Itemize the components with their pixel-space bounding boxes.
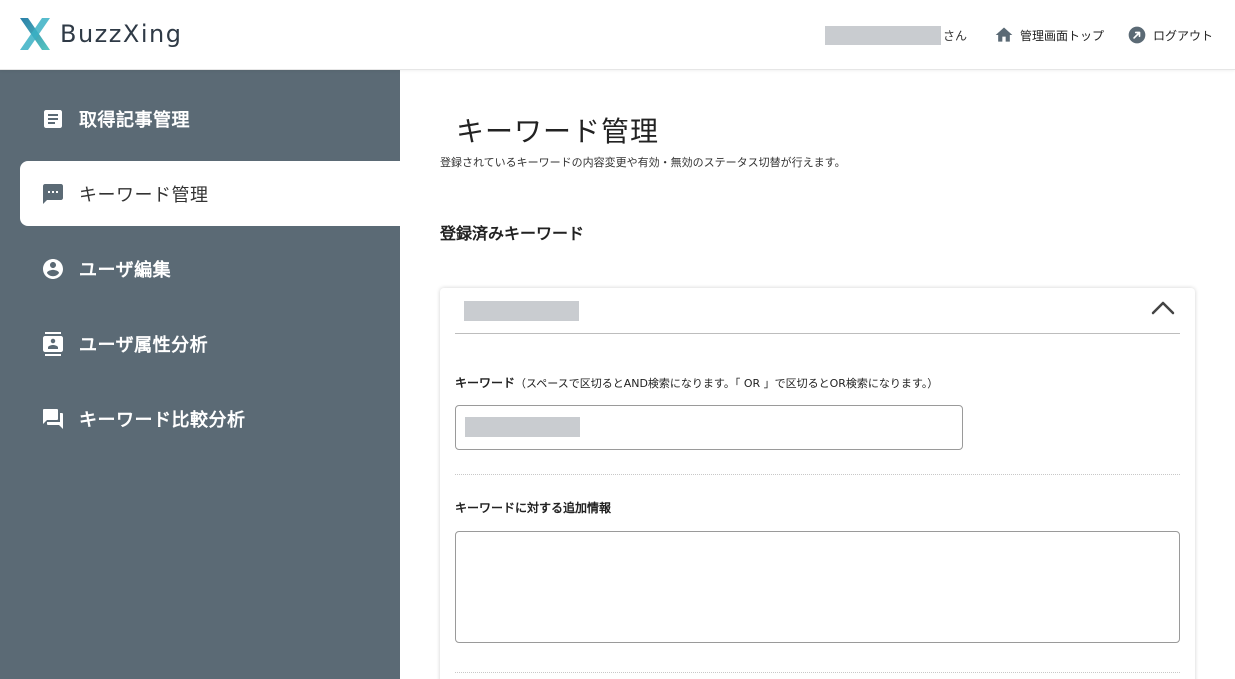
user-name-redacted: [824, 25, 941, 45]
main-content: キーワード管理 登録されているキーワードの内容変更や有効・無効のステータス切替が…: [400, 70, 1235, 679]
sidebar-item-user-attribute-analysis[interactable]: ユーザ属性分析: [20, 311, 400, 376]
top-header: BuzzXing さん 管理画面トップ ログアウト: [0, 0, 1235, 70]
sidebar: 取得記事管理 キーワード管理 ユーザ編集 ユーザ属性分析 キーワード比較分析: [0, 70, 400, 679]
keyword-field-label: キーワード（スペースで区切るとAND検索になります。「 OR 」で区切るとOR検…: [455, 374, 938, 391]
keyword-label-text: キーワード: [455, 376, 516, 390]
user-name-suffix: さん: [942, 28, 967, 43]
header-actions: さん 管理画面トップ ログアウト: [824, 22, 1213, 48]
brand-logo[interactable]: BuzzXing: [18, 16, 182, 52]
admin-top-label: 管理画面トップ: [1019, 28, 1104, 43]
page-title: キーワード管理: [456, 115, 660, 148]
sidebar-item-user-edit[interactable]: ユーザ編集: [20, 236, 400, 301]
extra-info-label-text: キーワードに対する追加情報: [455, 501, 612, 515]
chat-bubble-icon: [40, 181, 66, 207]
brand-name: BuzzXing: [60, 20, 183, 48]
sidebar-item-label: 取得記事管理: [79, 109, 190, 131]
logo-x-mark-icon: [20, 18, 50, 50]
field-divider: [455, 474, 1180, 475]
section-title: 登録済みキーワード: [440, 224, 585, 243]
article-icon: [40, 106, 66, 132]
logout-label: ログアウト: [1152, 28, 1213, 43]
extra-info-field-label: キーワードに対する追加情報: [455, 499, 611, 516]
sidebar-item-label: ユーザ属性分析: [79, 334, 209, 356]
field-divider: [455, 672, 1180, 673]
sidebar-item-label: キーワード比較分析: [79, 409, 246, 431]
home-icon: [993, 24, 1015, 46]
keyword-value-redacted: [465, 417, 580, 437]
sidebar-item-article-management[interactable]: 取得記事管理: [20, 86, 400, 151]
logout-link[interactable]: ログアウト: [1126, 24, 1213, 46]
keyword-card-header[interactable]: [455, 288, 1180, 334]
keyword-title-redacted: [464, 301, 579, 321]
sidebar-item-keyword-comparison-analysis[interactable]: キーワード比較分析: [20, 386, 400, 451]
admin-top-link[interactable]: 管理画面トップ: [993, 24, 1104, 46]
contact-card-icon: [40, 331, 66, 357]
extra-info-textarea[interactable]: [455, 531, 1180, 643]
chevron-up-icon[interactable]: [1150, 298, 1176, 318]
forum-icon: [40, 406, 66, 432]
sidebar-item-keyword-management[interactable]: キーワード管理: [20, 161, 400, 226]
account-circle-icon: [40, 256, 66, 282]
keyword-input[interactable]: [455, 405, 963, 450]
keyword-label-note: （スペースで区切るとAND検索になります。「 OR 」で区切るとOR検索になりま…: [515, 377, 939, 390]
sidebar-item-label: キーワード管理: [79, 184, 209, 206]
keyword-card: キーワード（スペースで区切るとAND検索になります。「 OR 」で区切るとOR検…: [440, 288, 1195, 679]
logout-arrow-icon: [1126, 24, 1148, 46]
sidebar-item-label: ユーザ編集: [79, 259, 172, 281]
page-description: 登録されているキーワードの内容変更や有効・無効のステータス切替が行えます。: [440, 156, 846, 169]
